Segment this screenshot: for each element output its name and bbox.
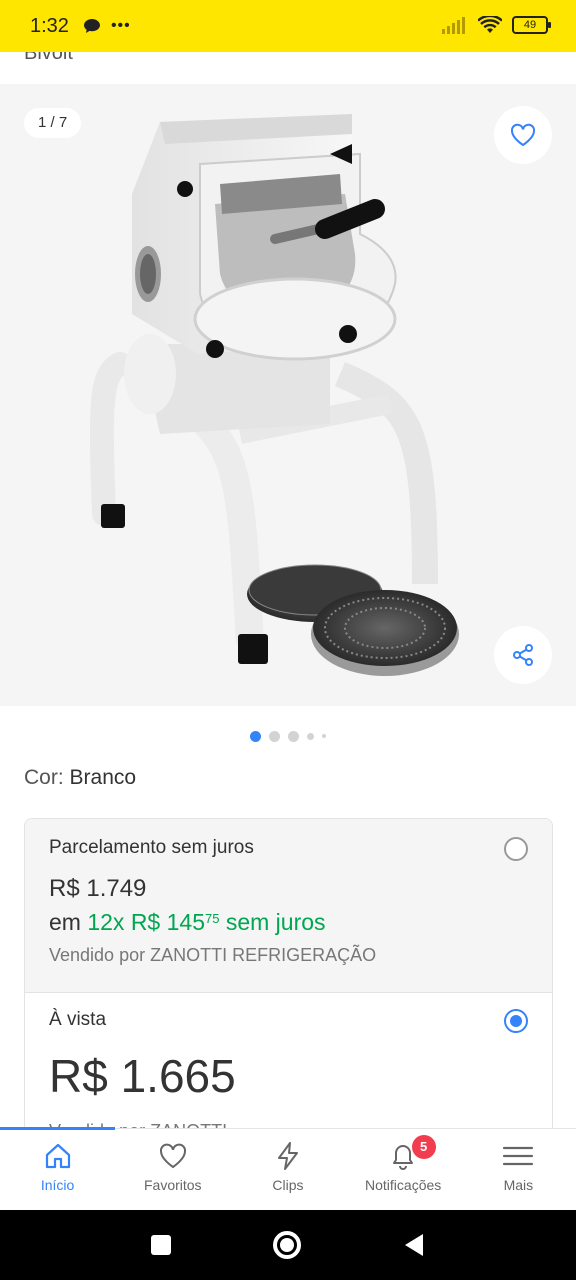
installment-cents: 75: [204, 911, 220, 926]
pagination-dot: [288, 730, 299, 742]
cut-title: Bivolt: [24, 52, 73, 64]
nav-item-notificacoes[interactable]: 5 Notificações: [346, 1129, 461, 1210]
chat-icon: [83, 19, 100, 33]
heart-icon: [159, 1143, 186, 1169]
installment-title: Parcelamento sem juros: [49, 837, 254, 858]
home-icon: [45, 1143, 70, 1169]
installment-suffix: sem juros: [219, 909, 326, 935]
share-icon: [513, 644, 533, 666]
nav-label: Mais: [503, 1177, 534, 1193]
system-navigation-bar: [0, 1210, 576, 1280]
bottom-navigation: Início Favoritos Clips 5 Notificações Ma…: [0, 1127, 576, 1210]
product-image: [90, 114, 459, 676]
pagination-dot: [322, 734, 326, 738]
recents-button[interactable]: [151, 1235, 171, 1255]
signal-icon: [442, 17, 465, 34]
pagination-dot: [269, 730, 280, 742]
seller-info: Vendido por ZANOTTI REFRIGERAÇÃO: [49, 945, 377, 965]
cash-option-title: À vista: [49, 1009, 107, 1030]
installment-option[interactable]: Parcelamento sem juros R$ 1.749 em 12x R…: [25, 819, 552, 993]
nav-label: Notificações: [365, 1177, 442, 1193]
wifi-icon: [478, 16, 502, 33]
cash-price: R$ 1.665: [49, 1050, 236, 1102]
status-time: 1:32: [30, 14, 69, 37]
back-button[interactable]: [403, 1233, 425, 1257]
pagination-dot: [307, 732, 314, 740]
image-counter: 1 / 7: [24, 108, 82, 138]
heart-icon: [510, 123, 536, 147]
installment-price: R$ 1.749: [49, 875, 147, 902]
installment-prefix: em: [49, 909, 88, 935]
menu-icon: [503, 1146, 534, 1166]
nav-item-clips[interactable]: Clips: [230, 1129, 345, 1210]
lightning-icon: [277, 1142, 298, 1170]
home-button-inner: [280, 1238, 294, 1252]
installment-value: 12x R$ 14575 sem juros: [87, 909, 325, 935]
color-label: Cor:: [24, 766, 70, 789]
nav-label: Favoritos: [143, 1177, 202, 1193]
nav-item-mais[interactable]: Mais: [461, 1129, 576, 1210]
installment-details: em 12x R$ 14575 sem juros: [49, 909, 326, 936]
product-gallery[interactable]: 1 / 7: [0, 84, 576, 706]
nav-label: Clips: [272, 1177, 304, 1193]
nav-item-favoritos[interactable]: Favoritos: [115, 1129, 230, 1210]
share-button[interactable]: [494, 626, 552, 684]
nav-label: Início: [40, 1177, 75, 1193]
installment-amount: 12x R$ 145: [87, 909, 205, 935]
cash-radio[interactable]: [504, 1009, 528, 1033]
payment-options: Parcelamento sem juros R$ 1.749 em 12x R…: [24, 818, 553, 1148]
installment-radio[interactable]: [504, 837, 528, 861]
notification-badge: 5: [411, 1135, 436, 1159]
status-bar: 1:32 ••• 49: [0, 0, 576, 52]
color-value: Branco: [69, 766, 137, 789]
battery-icon: 49: [512, 16, 551, 34]
color-selector: Cor: Branco: [24, 766, 136, 790]
gallery-pagination: [0, 728, 576, 744]
nav-item-inicio[interactable]: Início: [0, 1129, 115, 1210]
header-strip: Bivolt: [0, 52, 576, 84]
more-dots-icon: •••: [110, 17, 131, 34]
home-button[interactable]: [273, 1231, 301, 1259]
favorite-button[interactable]: [494, 106, 552, 164]
pagination-dot-active: [250, 730, 261, 742]
